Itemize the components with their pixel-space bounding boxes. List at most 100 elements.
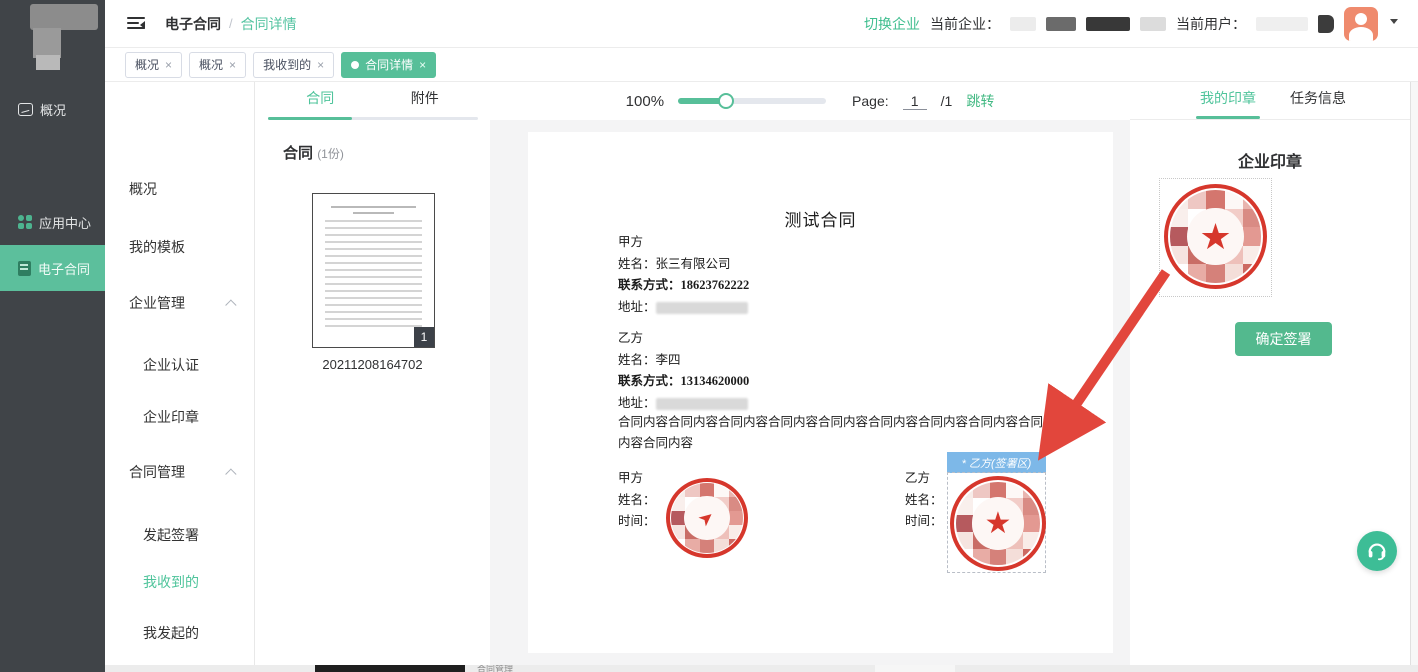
app-window: 概况 应用中心 电子合同 电子合同 / 合同详情 切换企业 当前企业： 当前用户… [0, 0, 1418, 672]
zoom-level: 100% [626, 93, 664, 110]
nav-item-contract-mgmt[interactable]: 合同管理 [105, 460, 255, 484]
seal-panel: 我的印章 任务信息 企业印章 ★ 确定签署 [1130, 82, 1410, 665]
nav-item-overview[interactable]: 概况 [105, 177, 255, 201]
party-a-block: 甲方 姓名：张三有限公司 联系方式：18623762222 地址： [618, 232, 749, 318]
tab-task-info[interactable]: 任务信息 [1290, 82, 1346, 119]
redacted-company-name [1086, 17, 1130, 31]
seal-panel-tabs: 我的印章 任务信息 [1130, 82, 1410, 120]
header: 电子合同 / 合同详情 切换企业 当前企业： 当前用户： [105, 0, 1418, 48]
thumbnail-text-lines [325, 220, 422, 331]
seal-arrow-glyph: ➤ [666, 478, 748, 558]
party-a-seal: ➤ [666, 478, 748, 558]
background-window-sliver: 合同管理 [105, 665, 1418, 672]
current-user-label: 当前用户： [1176, 14, 1246, 34]
nav-item-company-auth[interactable]: 企业认证 [105, 353, 255, 377]
sidebar-item-app-center[interactable]: 应用中心 [0, 203, 105, 241]
nav-item-received[interactable]: 我收到的 [105, 570, 255, 594]
zoom-slider[interactable] [678, 98, 826, 104]
close-icon[interactable]: × [317, 59, 324, 71]
jump-link[interactable]: 跳转 [966, 91, 994, 111]
headset-icon [1366, 540, 1388, 562]
seal-star-icon: ★ [1164, 184, 1267, 289]
workspace-tab[interactable]: 概况 × [125, 52, 182, 78]
tab-contract[interactable]: 合同 [268, 82, 373, 120]
contract-file-name: 20211208164702 [255, 357, 490, 372]
sidebar-item-econtract[interactable]: 电子合同 [0, 245, 105, 291]
contract-panel-tabs: 合同 附件 [268, 82, 477, 120]
close-icon[interactable]: × [165, 59, 172, 71]
tab-label: 合同详情 [365, 56, 413, 73]
page-scrollbar[interactable] [1410, 82, 1418, 672]
page-label: Page: [852, 93, 889, 109]
sidebar-item-label: 电子合同 [38, 259, 90, 278]
tab-underline [268, 117, 478, 120]
slider-knob[interactable] [718, 93, 734, 109]
contract-page: 测试合同 甲方 姓名：张三有限公司 联系方式：18623762222 地址： 乙… [528, 132, 1113, 653]
redacted-user-name [1256, 17, 1308, 31]
breadcrumb-separator: / [229, 16, 233, 31]
app-grid-icon [18, 215, 32, 229]
current-company-label: 当前企业： [930, 14, 1000, 34]
sign-zone-label: * 乙方(签署区) [947, 452, 1046, 473]
tab-my-seal[interactable]: 我的印章 [1200, 82, 1256, 119]
app-sidebar: 概况 应用中心 电子合同 [0, 0, 105, 672]
redacted-address [656, 398, 748, 410]
viewer-canvas: 测试合同 甲方 姓名：张三有限公司 联系方式：18623762222 地址： 乙… [490, 120, 1130, 665]
redacted-address [656, 302, 748, 314]
company-seal-box[interactable]: ★ [1159, 178, 1272, 297]
page-input[interactable] [903, 93, 927, 110]
nav-item-my-templates[interactable]: 我的模板 [105, 235, 255, 259]
contract-title: 测试合同 [528, 206, 1113, 231]
contract-list-title: 合同 (1份) [283, 142, 490, 163]
close-icon[interactable]: × [419, 59, 426, 71]
signature-a-labels: 甲方 姓名： 时间： [618, 468, 656, 533]
background-window-segment [315, 665, 465, 672]
tab-label: 概况 [199, 56, 223, 73]
chart-icon [18, 103, 33, 116]
workspace-tabbar: 概况 × 概况 × 我收到的 × 合同详情 × [105, 48, 1418, 82]
tab-label: 我收到的 [263, 56, 311, 73]
collapse-menu-icon[interactable] [127, 17, 145, 31]
page-total: /1 [941, 93, 953, 109]
nav-item-company-seal[interactable]: 企业印章 [105, 405, 255, 429]
close-icon[interactable]: × [229, 59, 236, 71]
customer-support-button[interactable] [1357, 531, 1397, 571]
party-b-block: 乙方 姓名：李四 联系方式：13134620000 地址： [618, 328, 749, 414]
contract-thumbnail[interactable]: 1 [312, 193, 435, 348]
seal-panel-title: 企业印章 [1130, 148, 1410, 172]
redacted-user-name [1318, 15, 1334, 33]
party-b-seal[interactable]: ★ [950, 476, 1046, 571]
document-viewer: 100% Page: /1 跳转 测试合同 甲方 姓名：张三有限公司 联系方式：… [490, 82, 1130, 665]
active-dot-icon [351, 61, 359, 69]
switch-company-link[interactable]: 切换企业 [864, 14, 920, 34]
contract-list-panel: 合同 附件 合同 (1份) 1 20211208164702 [255, 82, 490, 665]
document-icon [18, 261, 31, 276]
chevron-down-icon[interactable] [1390, 19, 1398, 28]
sidebar-item-overview[interactable]: 概况 [0, 90, 105, 128]
redacted-company-name [1010, 17, 1036, 31]
background-window-segment [875, 665, 955, 672]
tab-attachment[interactable]: 附件 [373, 82, 478, 120]
redacted-company-name [1140, 17, 1166, 31]
sidebar-item-label: 应用中心 [39, 213, 91, 232]
breadcrumb-root[interactable]: 电子合同 [165, 14, 221, 34]
confirm-sign-button[interactable]: 确定签署 [1235, 322, 1332, 356]
page-number-badge: 1 [414, 327, 434, 347]
nav-item-company-mgmt[interactable]: 企业管理 [105, 291, 255, 315]
signature-b-labels: 乙方 姓名： 时间： [905, 468, 943, 533]
nav-item-initiated-by-me[interactable]: 我发起的 [105, 621, 255, 645]
workspace-tab[interactable]: 概况 × [189, 52, 246, 78]
company-logo [0, 0, 105, 62]
header-right: 切换企业 当前企业： 当前用户： [864, 7, 1418, 41]
user-avatar[interactable] [1344, 7, 1378, 41]
module-nav: 概况 我的模板 企业管理 企业认证 企业印章 合同管理 发起签署 我收到的 我发… [105, 82, 255, 665]
workspace-tab-active[interactable]: 合同详情 × [341, 52, 436, 78]
tab-label: 概况 [135, 56, 159, 73]
contract-body-text: 合同内容合同内容合同内容合同内容合同内容合同内容合同内容合同内容合同内容合同内容… [618, 412, 1096, 454]
viewer-toolbar: 100% Page: /1 跳转 [490, 82, 1130, 120]
company-seal[interactable]: ★ [1164, 184, 1267, 289]
redacted-company-name [1046, 17, 1076, 31]
background-window-text: 合同管理 [477, 665, 513, 672]
nav-item-initiate-sign[interactable]: 发起签署 [105, 523, 255, 547]
workspace-tab[interactable]: 我收到的 × [253, 52, 334, 78]
